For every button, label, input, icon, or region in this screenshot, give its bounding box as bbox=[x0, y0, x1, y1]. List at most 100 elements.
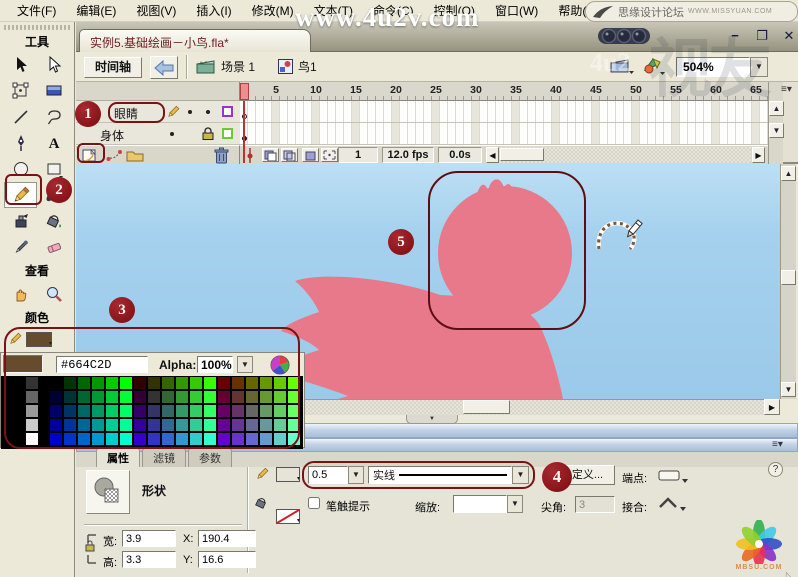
join-style-icon[interactable] bbox=[658, 495, 688, 513]
frame-rate-readout[interactable]: 12.0 fps bbox=[382, 147, 434, 163]
scene-breadcrumb[interactable]: 场景 1 bbox=[196, 58, 255, 75]
zoom-tool-icon[interactable] bbox=[37, 281, 70, 307]
palette-swatch[interactable] bbox=[189, 390, 203, 404]
palette-swatch[interactable] bbox=[161, 390, 175, 404]
palette-swatch[interactable] bbox=[203, 376, 217, 390]
palette-swatch[interactable] bbox=[147, 390, 161, 404]
pen-tool-icon[interactable] bbox=[4, 130, 37, 156]
oval-tool-icon[interactable] bbox=[4, 156, 37, 182]
palette-swatch[interactable] bbox=[105, 404, 119, 418]
stage-hscroll-thumb[interactable] bbox=[463, 400, 510, 414]
palette-swatch[interactable] bbox=[231, 418, 245, 432]
palette-swatch[interactable] bbox=[161, 418, 175, 432]
palette-swatch[interactable] bbox=[273, 418, 287, 432]
palette-swatch[interactable] bbox=[217, 390, 231, 404]
palette-swatch[interactable] bbox=[245, 376, 259, 390]
timeline-scroll-up-button[interactable]: ▲ bbox=[769, 101, 784, 116]
palette-swatch[interactable] bbox=[245, 390, 259, 404]
palette-swatch[interactable] bbox=[77, 376, 91, 390]
layer-row-body[interactable]: 身体 bbox=[76, 123, 240, 145]
palette-swatch[interactable] bbox=[259, 376, 273, 390]
palette-swatch[interactable] bbox=[77, 390, 91, 404]
palette-swatch[interactable] bbox=[119, 390, 133, 404]
eraser-tool-icon[interactable] bbox=[37, 234, 70, 260]
stage-scroll-down-button[interactable]: ▼ bbox=[781, 382, 796, 397]
palette-swatch[interactable] bbox=[287, 418, 301, 432]
palette-swatch[interactable] bbox=[91, 418, 105, 432]
stroke-color-swatch[interactable]: ▾ bbox=[26, 331, 52, 347]
palette-swatch[interactable] bbox=[49, 432, 63, 446]
tab-parameters[interactable]: 参数 bbox=[188, 448, 232, 467]
timeline-scroll-right-button[interactable]: ▶ bbox=[752, 147, 765, 163]
palette-swatch[interactable] bbox=[147, 432, 161, 446]
menu-item[interactable]: 文件(F) bbox=[8, 0, 65, 21]
layer-outline-color[interactable] bbox=[222, 128, 233, 139]
lasso-tool-icon[interactable] bbox=[37, 104, 70, 130]
subselection-tool-icon[interactable] bbox=[37, 52, 70, 78]
palette-swatch[interactable] bbox=[203, 404, 217, 418]
color-wheel-icon[interactable] bbox=[269, 354, 291, 376]
width-input[interactable] bbox=[122, 530, 176, 547]
delete-layer-trash-icon[interactable] bbox=[214, 147, 229, 164]
layer-locked-icon[interactable] bbox=[202, 127, 214, 140]
layer-name[interactable]: 眼睛 bbox=[114, 105, 138, 122]
stroke-style-combo[interactable]: 实线 bbox=[368, 466, 512, 484]
tab-properties[interactable]: 属性 bbox=[96, 448, 140, 467]
palette-swatch[interactable] bbox=[189, 376, 203, 390]
palette-swatch[interactable] bbox=[245, 432, 259, 446]
help-icon[interactable]: ? bbox=[768, 462, 783, 477]
palette-swatch[interactable] bbox=[63, 418, 77, 432]
cap-style-icon[interactable] bbox=[658, 469, 688, 485]
palette-swatch[interactable] bbox=[119, 432, 133, 446]
palette-swatch[interactable] bbox=[161, 432, 175, 446]
constrain-lock-icon[interactable] bbox=[84, 531, 98, 567]
palette-swatch[interactable] bbox=[217, 418, 231, 432]
line-tool-icon[interactable] bbox=[4, 104, 37, 130]
timeline-scroll-left-button[interactable]: ◀ bbox=[486, 147, 499, 163]
palette-swatch[interactable] bbox=[231, 376, 245, 390]
palette-swatch[interactable] bbox=[273, 432, 287, 446]
stage-vscrollbar[interactable]: ▲ ▼ bbox=[780, 164, 796, 399]
layer-unlocked-dot[interactable] bbox=[206, 110, 210, 114]
pencil-tool-icon[interactable] bbox=[4, 182, 37, 208]
resize-grip-icon[interactable]: ◺ bbox=[786, 570, 792, 577]
properties-panel-menu-icon[interactable]: ≡▾ bbox=[772, 439, 783, 450]
palette-swatch[interactable] bbox=[119, 376, 133, 390]
timeline-toggle-button[interactable]: 时间轴 bbox=[84, 57, 142, 78]
palette-swatch[interactable] bbox=[119, 418, 133, 432]
alpha-input[interactable] bbox=[197, 356, 233, 373]
palette-swatch[interactable] bbox=[217, 376, 231, 390]
palette-swatch[interactable] bbox=[133, 404, 147, 418]
restore-icon[interactable]: ❐ bbox=[754, 28, 770, 44]
palette-swatch[interactable] bbox=[175, 404, 189, 418]
palette-swatch[interactable] bbox=[259, 432, 273, 446]
palette-swatch[interactable] bbox=[189, 404, 203, 418]
palette-swatch[interactable] bbox=[133, 376, 147, 390]
layer-visible-dot[interactable] bbox=[188, 110, 192, 114]
palette-swatch[interactable] bbox=[175, 432, 189, 446]
palette-swatch[interactable] bbox=[119, 404, 133, 418]
back-arrow-button[interactable] bbox=[150, 56, 178, 79]
palette-swatch[interactable] bbox=[49, 376, 63, 390]
onion-skin-outlines-button[interactable] bbox=[281, 148, 298, 162]
hex-color-input[interactable] bbox=[56, 356, 148, 373]
palette-swatch[interactable] bbox=[105, 432, 119, 446]
insert-layer-button[interactable] bbox=[81, 148, 99, 163]
layer-outline-color[interactable] bbox=[222, 106, 233, 117]
palette-swatch[interactable] bbox=[25, 376, 39, 390]
palette-swatch[interactable] bbox=[133, 390, 147, 404]
palette-swatch[interactable] bbox=[77, 418, 91, 432]
stroke-height-input[interactable] bbox=[308, 466, 348, 484]
stroke-color-swatch[interactable]: ▾ bbox=[276, 467, 300, 482]
palette-swatch[interactable] bbox=[25, 404, 39, 418]
palette-swatch[interactable] bbox=[105, 390, 119, 404]
x-input[interactable] bbox=[198, 530, 256, 547]
center-frame-icon[interactable] bbox=[244, 148, 256, 163]
hand-tool-icon[interactable] bbox=[4, 281, 37, 307]
free-transform-tool-icon[interactable] bbox=[4, 78, 37, 104]
palette-swatch[interactable] bbox=[259, 418, 273, 432]
stroke-hinting-checkbox[interactable] bbox=[308, 497, 320, 509]
close-icon[interactable]: ✕ bbox=[781, 28, 797, 44]
palette-swatch[interactable] bbox=[161, 404, 175, 418]
palette-swatch[interactable] bbox=[231, 404, 245, 418]
